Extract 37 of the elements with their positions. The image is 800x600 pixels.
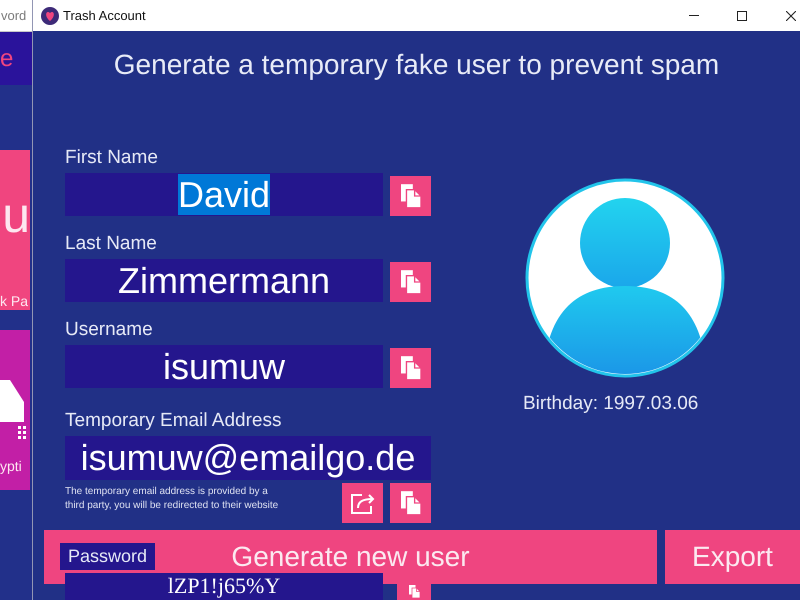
copy-button[interactable] [397, 583, 431, 600]
note-text: The temporary email address is provided by a third party, you will be redirected to their website [65, 485, 280, 513]
heading-text: Generate a temporary fake user to prevent spam [112, 48, 720, 82]
copy-button[interactable] [390, 348, 431, 388]
copy-icon [400, 270, 420, 294]
heart-logo-icon [41, 6, 59, 24]
app-tile[interactable]: u k Pa [0, 150, 30, 310]
birthday-text: Birthday: 1997.03.06 [523, 393, 700, 415]
copy-icon [408, 585, 420, 598]
close-icon [786, 10, 796, 20]
copy-icon [400, 491, 420, 515]
field-label: Password [60, 543, 156, 570]
copy-icon [400, 356, 420, 380]
user-avatar-icon [525, 178, 725, 378]
share-arrow-icon [350, 492, 374, 514]
field-label: Temporary Email Address [65, 410, 282, 432]
text-field[interactable]: isumuw [65, 345, 383, 388]
text-field[interactable]: vord [0, 0, 32, 32]
export-button[interactable]: Export [665, 530, 800, 584]
text-field[interactable]: Zimmermann [65, 259, 383, 302]
copy-button[interactable] [390, 483, 431, 523]
field-label: Last Name [65, 233, 158, 255]
field-label: Username [65, 319, 154, 341]
app-tile[interactable]: ypti [0, 330, 30, 490]
header-title: e [0, 44, 14, 72]
copy-button[interactable] [390, 176, 431, 216]
field-label: First Name [65, 147, 159, 169]
text-field[interactable]: David [65, 173, 383, 216]
copy-icon [400, 184, 420, 208]
password-field[interactable]: lZP1!j65%Y [65, 573, 383, 600]
window-title: Trash Account [63, 6, 146, 25]
text-field[interactable]: isumuw@emailgo.de [65, 436, 431, 480]
minimize-icon [689, 15, 699, 16]
open-website-button[interactable] [342, 483, 383, 523]
copy-button[interactable] [390, 262, 431, 302]
maximize-icon [737, 10, 747, 20]
document-icon [0, 380, 26, 439]
